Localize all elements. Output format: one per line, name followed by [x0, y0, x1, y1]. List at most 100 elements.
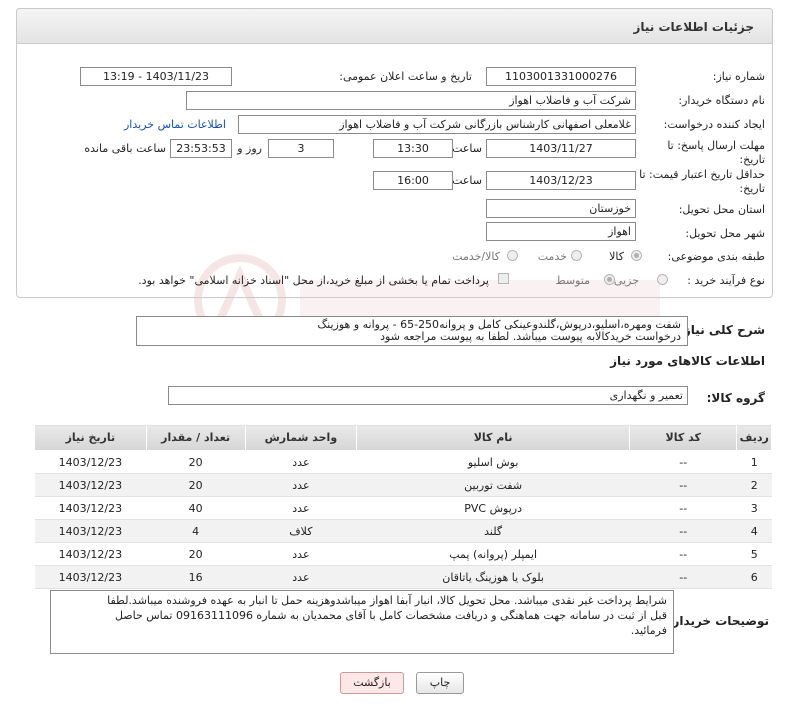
row-number-cell: 6 — [736, 565, 772, 589]
buyer-notes-line-3: فرمائید. — [630, 624, 667, 637]
col-item-code: کد کالا — [629, 424, 738, 451]
need-date-cell: 1403/12/23 — [34, 450, 147, 474]
need-date-cell: 1403/12/23 — [34, 542, 147, 566]
remaining-label: ساعت باقی مانده — [84, 142, 166, 155]
item-code-cell: -- — [629, 473, 737, 497]
proc-medium-radio[interactable] — [604, 274, 615, 285]
announce-label: تاریخ و ساعت اعلان عمومی: — [339, 70, 472, 83]
col-unit: واحد شمارش — [244, 424, 358, 451]
item-code-cell: -- — [629, 542, 737, 566]
table-row: 5 -- ایمپلر (پروانه) پمپ عدد 20 1403/12/23 — [34, 542, 772, 566]
quantity-cell: 20 — [146, 450, 246, 474]
creator-label: ایجاد کننده درخواست: — [663, 118, 765, 131]
row-number-cell: 3 — [736, 496, 772, 520]
cat-goods-label: کالا — [609, 250, 624, 263]
item-name-cell: شفت توربین — [356, 473, 630, 497]
col-row-number: ردیف — [736, 424, 772, 451]
table-row: 6 -- بلوک یا هوزینگ یاتاقان عدد 16 1403/12/23 — [34, 565, 772, 589]
unit-cell: عدد — [245, 542, 357, 566]
cat-goods-service-radio[interactable] — [507, 250, 518, 261]
table-row: 1 -- بوش اسلیو عدد 20 1403/12/23 — [34, 450, 772, 474]
goods-table: ردیف کد کالا نام کالا واحد شمارش تعداد /… — [34, 424, 772, 589]
row-number-cell: 4 — [736, 519, 772, 543]
payment-note: پرداخت تمام یا بخشی از مبلغ خرید،از محل … — [138, 274, 489, 287]
need-number-label: شماره نیاز: — [712, 70, 765, 83]
send-date-field[interactable]: 1403/11/27 — [486, 139, 636, 158]
proc-partial-label: جزیی — [613, 274, 639, 287]
item-name-cell: ایمپلر (پروانه) پمپ — [356, 542, 630, 566]
item-code-cell: -- — [629, 519, 737, 543]
quantity-cell: 4 — [146, 519, 246, 543]
description-label: شرح کلی نیاز: — [679, 323, 765, 337]
row-number-cell: 2 — [736, 473, 772, 497]
need-number-field[interactable]: 1103001331000276 — [486, 67, 636, 86]
back-button[interactable]: بازگشت — [340, 672, 404, 694]
item-code-cell: -- — [629, 565, 737, 589]
quantity-cell: 20 — [146, 473, 246, 497]
row-number-cell: 5 — [736, 542, 772, 566]
buyer-org-field[interactable]: شرکت آب و فاضلاب اهواز — [186, 91, 636, 110]
city-label: شهر محل تحویل: — [685, 227, 765, 240]
unit-cell: عدد — [245, 565, 357, 589]
goods-section-title: اطلاعات کالاهای مورد نیاز — [610, 354, 765, 368]
row-number-cell: 1 — [736, 450, 772, 474]
creator-field[interactable]: غلامعلی اصفهانی کارشناس بازرگانی شرکت آب… — [238, 115, 636, 134]
item-name-cell: درپوش PVC — [356, 496, 630, 520]
cat-service-label: خدمت — [537, 250, 567, 263]
cat-goods-service-label: کالا/خدمت — [452, 250, 500, 263]
buyer-notes-label: توضیحات خریدار: — [667, 614, 769, 628]
description-box[interactable]: شفت ومهره،اسلیو،درپوش،گلندوعینکی کامل و … — [136, 316, 688, 346]
item-name-cell: بلوک یا هوزینگ یاتاقان — [356, 565, 630, 589]
need-date-cell: 1403/12/23 — [34, 496, 147, 520]
item-code-cell: -- — [629, 450, 737, 474]
buyer-notes-line-2: قبل از ثبت در سامانه جهت هماهنگی و دریاف… — [114, 609, 667, 622]
table-row: 3 -- درپوش PVC عدد 40 1403/12/23 — [34, 496, 772, 520]
need-date-cell: 1403/12/23 — [34, 519, 147, 543]
send-time-label: ساعت — [452, 142, 482, 155]
panel-title: جزئیات اطلاعات نیاز — [16, 8, 773, 44]
remaining-time-field[interactable]: 23:53:53 — [170, 139, 232, 158]
proc-medium-label: متوسط — [555, 274, 590, 287]
item-name-cell: گلند — [356, 519, 630, 543]
send-deadline-label: مهلت ارسال پاسخ: تا تاریخ: — [667, 139, 765, 166]
days-label: روز و — [237, 142, 262, 155]
table-header-row: ردیف کد کالا نام کالا واحد شمارش تعداد /… — [34, 424, 772, 451]
cat-service-radio[interactable] — [571, 250, 582, 261]
category-label: طبقه بندی موضوعی: — [667, 250, 765, 263]
quantity-cell: 40 — [146, 496, 246, 520]
col-quantity: تعداد / مقدار — [145, 424, 246, 451]
goods-group-label: گروه کالا: — [706, 391, 765, 405]
goods-group-field[interactable]: تعمیر و نگهداری — [168, 386, 688, 405]
price-time-label: ساعت — [452, 174, 482, 187]
process-label: نوع فرآیند خرید : — [687, 274, 765, 287]
days-field[interactable]: 3 — [268, 139, 334, 158]
buyer-notes-box[interactable]: شرایط پرداخت غیر نقدی میباشد. محل تحویل … — [50, 590, 674, 654]
need-date-cell: 1403/12/23 — [34, 473, 147, 497]
unit-cell: کلاف — [245, 519, 357, 543]
item-code-cell: -- — [629, 496, 737, 520]
province-field[interactable]: خوزستان — [486, 199, 636, 218]
price-date-field[interactable]: 1403/12/23 — [486, 171, 636, 190]
table-row: 2 -- شفت توربین عدد 20 1403/12/23 — [34, 473, 772, 497]
announce-field[interactable]: 1403/11/23 - 13:19 — [80, 67, 232, 86]
item-name-cell: بوش اسلیو — [356, 450, 630, 474]
col-item-name: نام کالا — [356, 424, 631, 451]
description-line-2: درخواست خریدکالابه پیوست میباشد. لطفا به… — [380, 330, 681, 343]
city-field[interactable]: اهواز — [486, 222, 636, 241]
buyer-org-label: نام دستگاه خریدار: — [678, 94, 765, 107]
quantity-cell: 20 — [146, 542, 246, 566]
send-time-field[interactable]: 13:30 — [373, 139, 453, 158]
print-button[interactable]: چاپ — [416, 672, 464, 694]
table-row: 4 -- گلند کلاف 4 1403/12/23 — [34, 519, 772, 543]
buyer-notes-line-1: شرایط پرداخت غیر نقدی میباشد. محل تحویل … — [107, 594, 667, 607]
price-time-field[interactable]: 16:00 — [373, 171, 453, 190]
price-validity-label: حداقل تاریخ اعتبار قیمت: تا تاریخ: — [639, 168, 765, 195]
unit-cell: عدد — [245, 473, 357, 497]
payment-checkbox[interactable] — [498, 273, 509, 284]
unit-cell: عدد — [245, 496, 357, 520]
province-label: استان محل تحویل: — [678, 203, 765, 216]
col-need-date: تاریخ نیاز — [34, 424, 147, 451]
cat-goods-radio[interactable] — [631, 250, 642, 261]
buyer-contact-link[interactable]: اطلاعات تماس خریدار — [124, 118, 226, 131]
proc-partial-radio[interactable] — [657, 274, 668, 285]
